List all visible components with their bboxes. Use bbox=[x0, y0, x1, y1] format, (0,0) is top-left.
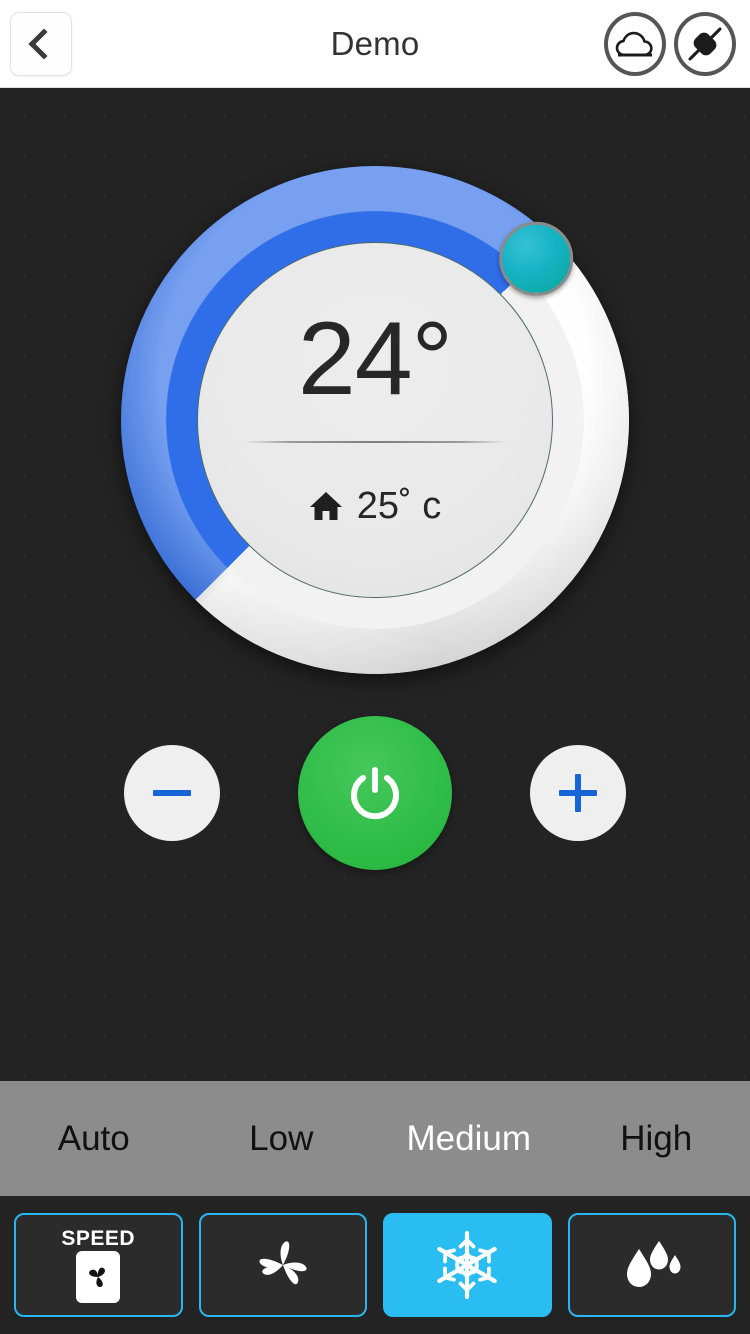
fan-blades-icon bbox=[259, 1241, 307, 1285]
increase-temperature-button[interactable] bbox=[530, 745, 626, 841]
fan-blades-small-icon bbox=[89, 1267, 106, 1287]
minus-icon bbox=[153, 790, 191, 796]
mode-button-cool[interactable] bbox=[383, 1213, 552, 1317]
ambient-temperature-row: 25˚ c bbox=[309, 485, 441, 528]
fan-speed-glyph-box bbox=[76, 1250, 121, 1303]
plug-button[interactable] bbox=[674, 12, 736, 76]
header-actions bbox=[604, 12, 736, 76]
thermostat-screen: Demo 24° 25˚ c Auto Low Medium High SPEE… bbox=[0, 0, 750, 1334]
fan-speed-high[interactable]: High bbox=[563, 1119, 750, 1159]
mode-button-fan[interactable] bbox=[198, 1213, 367, 1317]
fan-speed-auto[interactable]: Auto bbox=[0, 1119, 188, 1159]
power-icon bbox=[351, 767, 399, 820]
mode-bar: SPEED bbox=[0, 1196, 750, 1334]
plus-icon bbox=[559, 774, 597, 812]
main-area: 24° 25˚ c bbox=[0, 88, 750, 1081]
power-button[interactable] bbox=[298, 716, 452, 870]
app-header: Demo bbox=[0, 0, 750, 88]
ambient-temperature-value: 25˚ c bbox=[356, 484, 442, 527]
home-icon bbox=[309, 492, 342, 520]
mode-button-dry[interactable] bbox=[567, 1213, 736, 1317]
speed-label: SPEED bbox=[61, 1226, 136, 1250]
fan-speed-medium[interactable]: Medium bbox=[375, 1119, 563, 1159]
temperature-dial[interactable]: 24° 25˚ c bbox=[121, 166, 629, 674]
mode-button-speed[interactable]: SPEED bbox=[14, 1213, 183, 1317]
fan-speed-bar: Auto Low Medium High bbox=[0, 1081, 750, 1196]
water-drops-icon bbox=[626, 1241, 681, 1287]
temperature-controls bbox=[0, 716, 750, 870]
fan-speed-low[interactable]: Low bbox=[188, 1119, 376, 1159]
snowflake-icon bbox=[437, 1230, 498, 1300]
dial-divider bbox=[244, 440, 506, 443]
dial-thumb-handle[interactable] bbox=[499, 221, 574, 296]
fan-speed-icon: SPEED bbox=[61, 1228, 135, 1303]
decrease-temperature-button[interactable] bbox=[124, 745, 220, 841]
dial-face: 24° 25˚ c bbox=[197, 242, 553, 598]
set-temperature-value: 24° bbox=[297, 300, 453, 417]
plug-icon bbox=[688, 27, 722, 61]
cloud-icon bbox=[615, 31, 653, 57]
cloud-button[interactable] bbox=[604, 12, 666, 76]
